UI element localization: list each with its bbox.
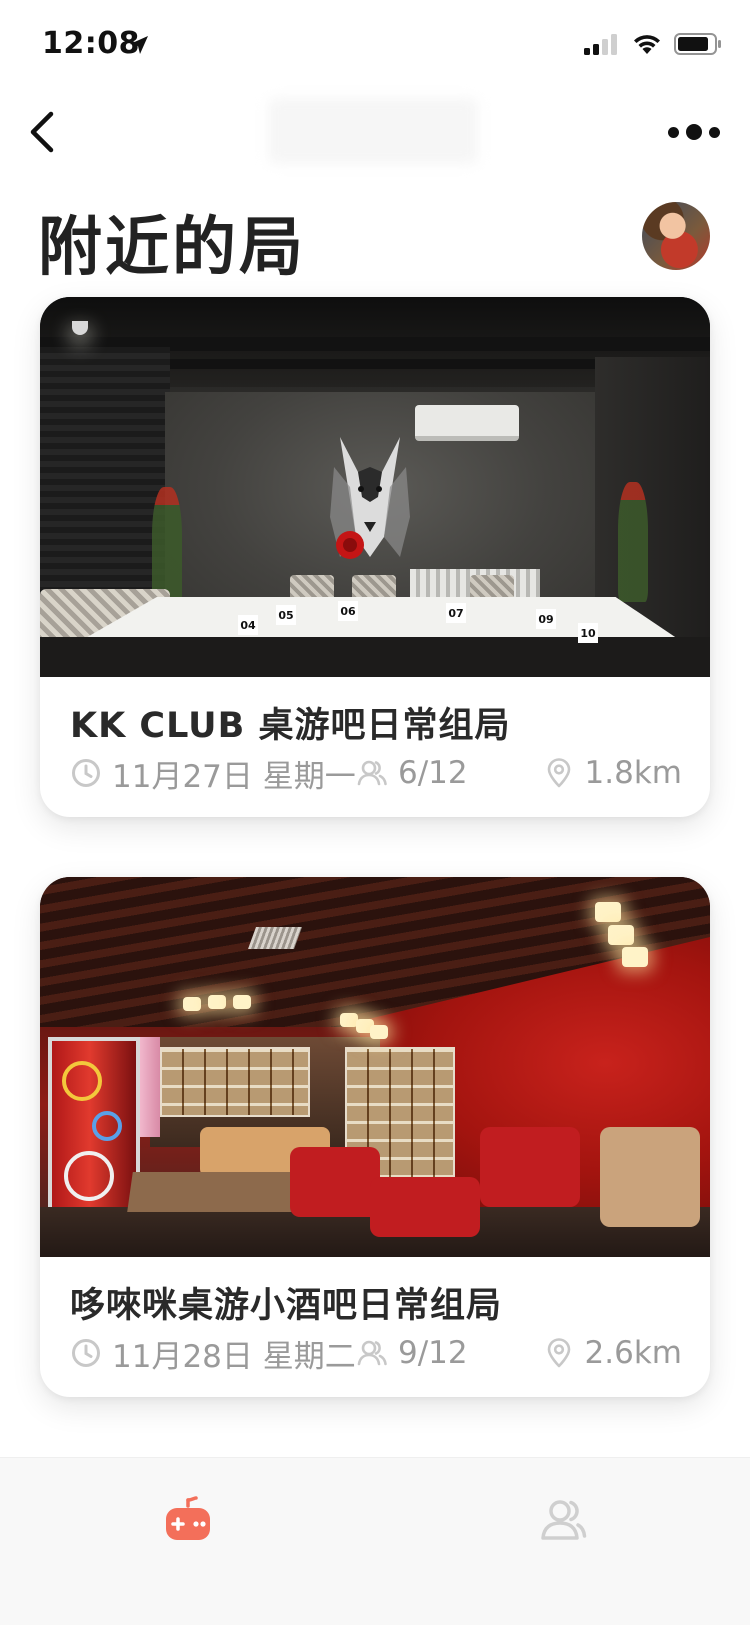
event-image xyxy=(40,877,710,1257)
status-indicators xyxy=(584,32,722,56)
event-distance: 1.8km xyxy=(584,755,682,791)
tab-friends[interactable] xyxy=(522,1480,602,1560)
event-image: 04 05 06 07 09 10 xyxy=(40,297,710,677)
event-distance: 2.6km xyxy=(584,1335,682,1371)
battery-icon xyxy=(674,33,721,55)
signal-icon xyxy=(584,34,617,55)
people-icon xyxy=(357,760,387,786)
nav-bar xyxy=(0,90,750,174)
clock-icon xyxy=(72,1339,100,1367)
event-participants-group: 9/12 xyxy=(356,1335,468,1371)
event-distance-group: 2.6km xyxy=(543,1335,682,1371)
more-dot-right xyxy=(709,126,720,138)
event-date: 11月28日 星期二 xyxy=(112,1338,356,1375)
event-card[interactable]: 哆唻咪桌游小酒吧日常组局 11月28日 星期二 9/12 2.6km xyxy=(40,877,710,1397)
wifi-icon xyxy=(634,35,660,54)
event-date: 11月27日 星期一 xyxy=(112,758,356,795)
event-date-group: 11月27日 星期一 xyxy=(70,751,356,796)
page-title: 附近的局 xyxy=(38,211,306,285)
event-title: KK CLUB 桌游吧日常组局 xyxy=(70,706,511,746)
more-dot-center xyxy=(686,124,702,140)
event-meta: 11月28日 星期二 9/12 2.6km xyxy=(70,1331,682,1376)
gamepad-icon xyxy=(166,1496,210,1540)
more-dots-icon xyxy=(668,126,679,138)
people-icon xyxy=(357,1340,387,1366)
status-time: 12:08 xyxy=(42,26,140,61)
user-avatar[interactable] xyxy=(642,202,710,270)
location-arrow-icon xyxy=(130,36,148,54)
tab-bar xyxy=(0,1457,750,1625)
chevron-left-icon xyxy=(30,111,54,153)
event-participants: 9/12 xyxy=(398,1335,468,1371)
event-distance-group: 1.8km xyxy=(543,755,682,791)
event-date-group: 11月28日 星期二 xyxy=(70,1331,356,1376)
status-bar: 12:08 xyxy=(0,0,750,90)
event-meta: 11月27日 星期一 6/12 1.8km xyxy=(70,751,682,796)
friends-icon xyxy=(541,1500,587,1540)
clock-icon xyxy=(72,759,100,787)
more-button[interactable] xyxy=(658,104,730,160)
nav-title-placeholder xyxy=(268,98,478,164)
tab-games[interactable] xyxy=(148,1480,228,1560)
location-pin-icon xyxy=(547,1338,570,1368)
event-participants-group: 6/12 xyxy=(356,755,468,791)
event-participants: 6/12 xyxy=(398,755,468,791)
location-pin-icon xyxy=(547,758,570,788)
back-button[interactable] xyxy=(14,104,70,160)
event-title: 哆唻咪桌游小酒吧日常组局 xyxy=(70,1286,503,1326)
event-card[interactable]: 04 05 06 07 09 10 KK CLUB 桌游吧日常组局 11月27日… xyxy=(40,297,710,817)
